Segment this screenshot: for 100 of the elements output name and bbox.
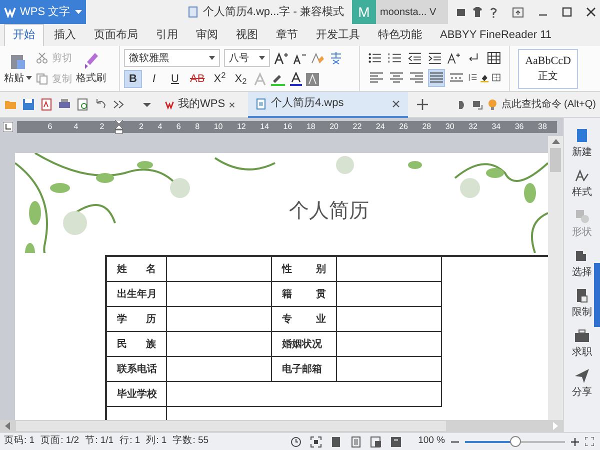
vertical-scrollbar[interactable] — [548, 136, 563, 420]
new-tab-icon[interactable] — [417, 99, 428, 110]
ribbon-tab[interactable]: 特色功能 — [370, 24, 430, 46]
sidebar-button[interactable]: 新建 — [572, 128, 592, 160]
field-label: 籍 贯 — [272, 282, 337, 307]
ruler-number: 10 — [214, 121, 223, 133]
ruler-number: 4 — [74, 121, 78, 133]
ruler-number: 6 — [48, 121, 52, 133]
field-label: 婚姻状况 — [272, 332, 337, 357]
ruler-number: 22 — [352, 121, 362, 133]
increase-indent-icon[interactable] — [428, 50, 442, 64]
document-icon — [188, 6, 199, 18]
format-toggle-button[interactable]: AB — [187, 70, 208, 88]
ribbon-tab[interactable]: 插入 — [46, 24, 84, 46]
ribbon-tab[interactable]: 开始 — [4, 24, 44, 46]
highlight-icon[interactable] — [270, 72, 286, 86]
align-right-icon — [409, 71, 424, 84]
align-center-icon — [389, 71, 404, 84]
ribbon-tab[interactable]: 审阅 — [188, 24, 226, 46]
format-painter-button[interactable]: 格式刷 — [76, 52, 106, 86]
history-icon[interactable] — [290, 436, 302, 448]
caret-icon — [209, 56, 215, 60]
close-icon[interactable] — [392, 100, 400, 108]
sidebar-collapse-handle[interactable] — [594, 263, 600, 327]
ribbon-tab[interactable]: ABBYY FineReader 11 — [432, 24, 560, 46]
window-title: 个人简历4.wp...字 - 兼容模式 — [202, 4, 344, 20]
ribbon-tab[interactable]: 开发工具 — [308, 24, 368, 46]
style-gallery-item[interactable]: AaBbCcD 正文 — [518, 48, 578, 88]
ribbon-tab[interactable]: 引用 — [148, 24, 186, 46]
line-spacing-icon[interactable] — [468, 71, 478, 84]
numbered-list-icon[interactable] — [388, 50, 402, 64]
horizontal-scrollbar[interactable] — [0, 420, 563, 432]
borders-icon[interactable] — [492, 71, 501, 84]
print-icon[interactable] — [58, 98, 71, 111]
format-toggle-button[interactable]: B — [124, 70, 142, 88]
help-icon[interactable] — [489, 6, 498, 18]
ruler-number: 2 — [139, 121, 144, 133]
maximize-icon[interactable] — [562, 7, 572, 17]
scrollbar-thumb[interactable] — [550, 148, 561, 172]
pdf-export-icon[interactable] — [40, 98, 53, 111]
command-search-button[interactable]: 点此查找命令 (Alt+Q) — [488, 97, 600, 112]
status-text: 页码: 1 — [4, 434, 35, 448]
paste-button[interactable]: 粘贴 — [4, 52, 32, 86]
ribbon-tab[interactable]: 页面布局 — [86, 24, 146, 46]
restrict-icon — [574, 288, 590, 303]
decrease-indent-icon[interactable] — [408, 50, 422, 64]
fullscreen-icon[interactable] — [585, 437, 594, 446]
tab-stop-icon[interactable] — [3, 122, 13, 132]
font-family-dropdown[interactable]: 微软雅黑 — [124, 49, 220, 67]
outline-view-icon[interactable] — [350, 436, 362, 448]
briefcase-icon — [574, 328, 590, 343]
undo-icon[interactable] — [94, 98, 107, 111]
ruler-number: 16 — [283, 121, 292, 133]
grow-font-icon[interactable] — [274, 51, 288, 65]
font-color-icon[interactable] — [288, 72, 303, 86]
more-icon[interactable] — [112, 98, 125, 111]
wps-logo-icon — [165, 99, 174, 110]
format-toggle-button[interactable]: X$_{2}$ — [232, 70, 250, 88]
account-name[interactable]: moonsta... V — [376, 0, 448, 24]
restore-ribbon-icon[interactable] — [512, 6, 524, 18]
focus-mode-icon[interactable] — [310, 436, 322, 448]
document-tab[interactable]: 个人简历4.wps — [248, 92, 408, 118]
document-title: 个人简历 — [289, 199, 369, 224]
field-label: 性 别 — [272, 257, 337, 282]
font-size-dropdown[interactable]: 八号 — [224, 49, 270, 67]
ruler-number: 34 — [492, 121, 501, 133]
app-menu-button[interactable]: WPS 文字 — [0, 0, 86, 24]
ribbon-tab[interactable]: 视图 — [228, 24, 266, 46]
sidebar-button[interactable]: 选择 — [572, 248, 592, 280]
reading-view-icon[interactable] — [390, 436, 402, 448]
table-grid-icon[interactable] — [487, 50, 502, 64]
format-toggle-button[interactable]: X$^{2}$ — [210, 70, 229, 88]
align-left-icon — [369, 71, 384, 84]
print-preview-icon[interactable] — [76, 98, 89, 111]
document-tab[interactable]: 我的WPS — [157, 92, 243, 118]
zoom-percent: 100 % — [418, 434, 445, 448]
save-icon[interactable] — [22, 98, 35, 111]
phonetic-guide-icon[interactable] — [328, 51, 344, 65]
sidebar-button[interactable]: 求职 — [572, 328, 592, 360]
sidebar-button[interactable]: 样式 — [572, 168, 592, 200]
style-icon — [574, 168, 590, 183]
sidebar-button[interactable]: 分享 — [572, 368, 592, 400]
web-view-icon[interactable] — [370, 436, 382, 448]
close-icon[interactable] — [229, 100, 235, 108]
close-icon[interactable] — [586, 7, 596, 17]
sidebar-button[interactable]: 限制 — [572, 288, 592, 320]
box-icon[interactable] — [456, 7, 466, 17]
ribbon-tab[interactable]: 章节 — [268, 24, 306, 46]
dropdown-caret-icon[interactable] — [142, 102, 152, 108]
page-view-icon[interactable] — [330, 436, 342, 448]
font-size-up-icon[interactable] — [447, 50, 462, 64]
paper-plane-icon — [574, 368, 590, 383]
indent-marker-icon[interactable] — [115, 120, 123, 134]
format-toggle-button[interactable]: I — [145, 70, 163, 88]
zoom-in-icon[interactable] — [571, 438, 579, 446]
format-toggle-button[interactable]: U — [166, 70, 184, 88]
shirt-icon[interactable] — [472, 7, 483, 17]
caret-icon — [259, 56, 265, 60]
bullet-list-icon[interactable] — [368, 50, 382, 64]
align-justify-button[interactable] — [428, 68, 445, 86]
